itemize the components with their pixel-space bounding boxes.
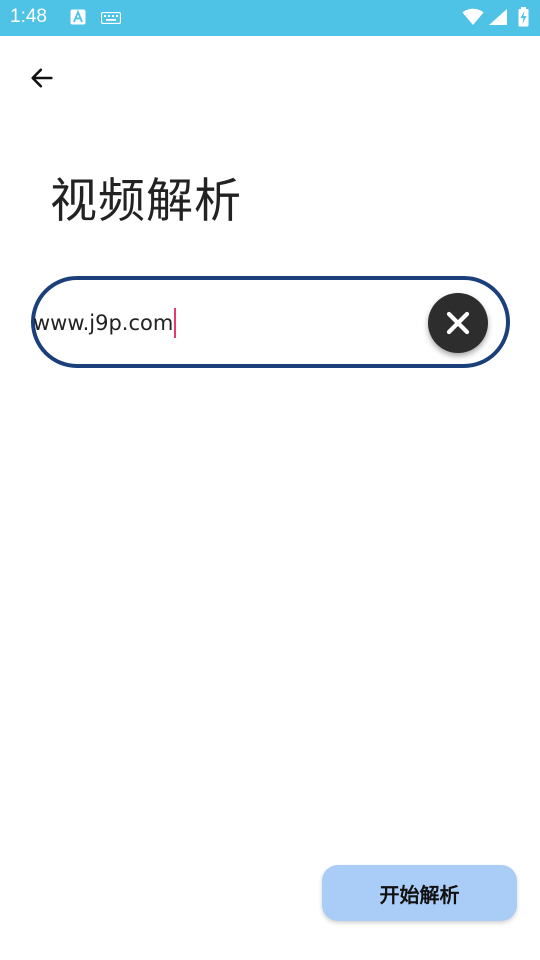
cell-signal-icon bbox=[488, 8, 508, 26]
battery-charging-icon bbox=[518, 7, 529, 27]
back-button[interactable] bbox=[24, 60, 60, 96]
clear-button[interactable] bbox=[428, 293, 488, 353]
status-bar: 1:48 bbox=[0, 0, 540, 36]
arrow-left-icon bbox=[31, 68, 53, 88]
start-parse-button[interactable]: 开始解析 bbox=[322, 865, 517, 921]
url-input-value: www.j9p.com bbox=[33, 311, 174, 335]
keyboard-icon bbox=[101, 12, 121, 24]
url-field[interactable]: www.j9p.com bbox=[31, 276, 510, 368]
wifi-icon bbox=[462, 8, 484, 26]
status-time: 1:48 bbox=[10, 6, 47, 27]
start-parse-label: 开始解析 bbox=[379, 882, 460, 907]
page-title: 视频解析 bbox=[50, 174, 242, 229]
text-cursor bbox=[174, 308, 177, 338]
font-a-icon bbox=[70, 9, 86, 25]
url-input[interactable]: www.j9p.com bbox=[33, 308, 177, 338]
close-icon bbox=[446, 311, 470, 335]
